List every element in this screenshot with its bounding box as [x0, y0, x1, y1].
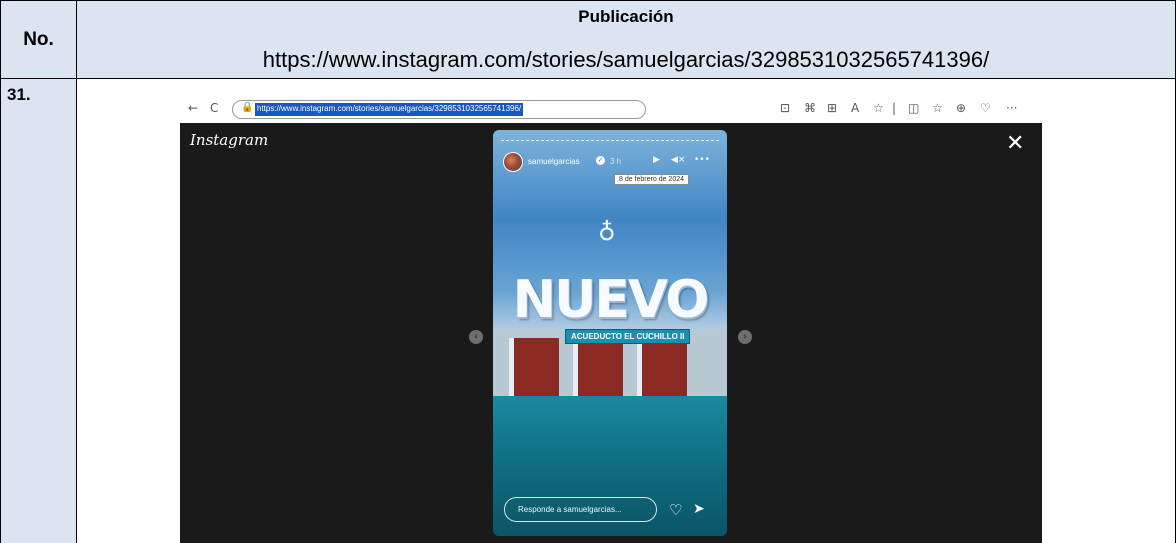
instagram-viewer: Instagram ✕ ‹ › samuelgarcias ✓ 3 h ▶ ◀×…: [180, 123, 1042, 543]
heart-icon[interactable]: ♡: [669, 501, 682, 519]
reply-input[interactable]: Responde a samuelgarcias...: [504, 497, 657, 522]
publication-url: https://www.instagram.com/stories/samuel…: [262, 47, 990, 72]
toolbar-icon-3[interactable]: ⊞: [827, 101, 837, 115]
mute-icon[interactable]: ◀×: [671, 155, 685, 165]
story-headline: NUEVO: [512, 270, 710, 330]
date-tooltip: 8 de febrero de 2024: [614, 174, 689, 185]
story-subheadline: ACUEDUCTO EL CUCHILLO II: [565, 329, 691, 344]
next-story-icon[interactable]: ›: [738, 330, 752, 344]
back-icon[interactable]: ←: [188, 101, 198, 115]
story-username[interactable]: samuelgarcias: [528, 157, 580, 166]
row-number: 31.: [7, 85, 31, 104]
dam-gate: [509, 338, 559, 396]
favorite-icon[interactable]: ☆: [873, 101, 884, 115]
reload-icon[interactable]: C: [210, 101, 218, 115]
send-icon[interactable]: ➤: [693, 501, 705, 517]
previous-story-icon[interactable]: ‹: [469, 330, 483, 344]
header-no-label: No.: [23, 28, 54, 50]
header-publicacion-label: Publicación: [578, 7, 674, 26]
dam-gate: [637, 338, 687, 396]
split-screen-icon[interactable]: ◫: [908, 101, 919, 115]
browser-toolbar: ← C 🔒 https://www.instagram.com/stories/…: [180, 99, 1042, 121]
toolbar-icon-1[interactable]: ⊡: [780, 101, 790, 115]
instagram-logo[interactable]: Instagram: [190, 131, 268, 149]
lock-icon: 🔒: [241, 102, 254, 113]
verified-icon: ✓: [596, 156, 605, 165]
more-menu-icon[interactable]: ···: [1006, 101, 1017, 115]
header-publicacion-cell: Publicación https://www.instagram.com/st…: [77, 1, 1176, 79]
story-time: 3 h: [610, 157, 622, 166]
close-icon[interactable]: ✕: [1006, 133, 1024, 155]
story-progress-bar: [501, 140, 719, 142]
extensions-icon[interactable]: ♡: [980, 101, 991, 115]
toolbar-icon-2[interactable]: ⌘: [804, 101, 816, 115]
story-card[interactable]: samuelgarcias ✓ 3 h ▶ ◀× ••• 8 de febrer…: [493, 130, 727, 536]
emblem-icon: ♁: [598, 218, 616, 246]
more-options-icon[interactable]: •••: [694, 155, 710, 165]
dam-gate: [573, 338, 623, 396]
toolbar-divider: |: [892, 101, 897, 115]
address-text[interactable]: https://www.instagram.com/stories/samuel…: [255, 103, 524, 116]
avatar[interactable]: [503, 152, 523, 172]
play-icon[interactable]: ▶: [653, 155, 660, 165]
collections-icon[interactable]: ⊕: [956, 101, 966, 115]
address-bar[interactable]: 🔒 https://www.instagram.com/stories/samu…: [232, 100, 646, 119]
header-no-cell: No.: [1, 1, 77, 79]
row-number-cell: 31.: [1, 79, 77, 543]
favorites-icon[interactable]: ☆: [932, 101, 943, 115]
read-aloud-icon[interactable]: A: [851, 101, 859, 115]
